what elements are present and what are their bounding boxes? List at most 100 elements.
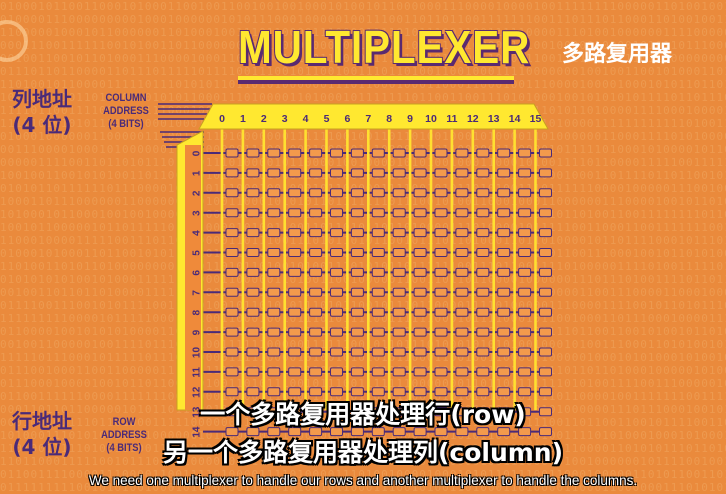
memory-cell <box>518 208 532 218</box>
memory-cell <box>497 228 511 238</box>
memory-cell <box>476 168 490 178</box>
row-number: 2 <box>192 190 203 196</box>
memory-cell <box>288 307 302 317</box>
memory-cell <box>455 367 469 377</box>
memory-cell <box>350 287 364 297</box>
memory-cell <box>330 367 343 377</box>
memory-cell <box>497 148 511 158</box>
memory-cell <box>413 287 427 297</box>
memory-cell <box>330 307 343 317</box>
column-number: 9 <box>407 113 413 125</box>
memory-cell <box>413 267 427 277</box>
row-number: 4 <box>192 230 203 236</box>
memory-cell <box>225 168 239 178</box>
memory-cell <box>267 148 281 158</box>
memory-cell <box>476 228 490 238</box>
memory-cell <box>267 287 281 297</box>
memory-cell <box>434 228 448 238</box>
memory-cell <box>518 168 532 178</box>
memory-cell <box>413 228 427 238</box>
memory-cell <box>225 228 239 238</box>
memory-cell <box>539 188 552 198</box>
memory-cell <box>392 367 406 377</box>
memory-cell <box>455 327 469 337</box>
memory-cell <box>309 327 323 337</box>
memory-cell <box>476 367 490 377</box>
column-number: 5 <box>324 113 330 125</box>
memory-cell <box>330 228 343 238</box>
memory-cell <box>309 267 323 277</box>
memory-cell <box>246 248 260 257</box>
memory-cell <box>371 148 385 158</box>
memory-cell <box>455 228 469 238</box>
memory-cell <box>371 287 385 297</box>
memory-cell <box>371 188 385 198</box>
memory-cell <box>392 347 406 357</box>
memory-cell <box>267 188 281 198</box>
memory-cell <box>246 208 260 218</box>
memory-cell <box>392 148 406 158</box>
memory-cell <box>309 248 323 257</box>
column-number: 4 <box>303 113 309 125</box>
memory-cell <box>539 327 552 337</box>
memory-cell <box>225 148 239 158</box>
column-number: 1 <box>240 113 246 125</box>
row-number: 3 <box>192 210 203 216</box>
memory-cell <box>497 287 511 297</box>
column-number: 10 <box>425 113 437 125</box>
memory-cell <box>350 208 364 218</box>
memory-cell <box>330 168 343 178</box>
memory-cell <box>392 168 406 178</box>
memory-cell <box>497 267 511 277</box>
memory-cell <box>267 208 281 218</box>
column-number: 11 <box>446 113 457 125</box>
memory-cell <box>539 208 552 218</box>
memory-cell <box>371 307 385 317</box>
memory-cell <box>267 168 281 178</box>
memory-cell <box>392 228 406 238</box>
memory-cell <box>539 168 552 178</box>
memory-cell <box>288 228 302 238</box>
memory-cell <box>476 148 490 158</box>
column-number: 14 <box>509 113 521 125</box>
memory-cell <box>350 267 364 277</box>
memory-cell <box>288 208 302 218</box>
memory-cell <box>476 287 490 297</box>
memory-cell <box>246 347 260 357</box>
memory-cell <box>371 267 385 277</box>
memory-cell <box>267 228 281 238</box>
memory-cell <box>539 248 552 257</box>
memory-cell <box>371 228 385 238</box>
memory-cell <box>434 168 448 178</box>
memory-cell <box>350 168 364 178</box>
memory-cell <box>288 148 302 158</box>
memory-cell <box>288 248 302 257</box>
memory-cell <box>518 248 532 257</box>
memory-cell <box>434 287 448 297</box>
memory-cell <box>267 267 281 277</box>
memory-cell <box>330 248 343 257</box>
memory-cell <box>350 327 364 337</box>
memory-cell <box>476 327 490 337</box>
memory-cell <box>539 228 552 238</box>
memory-cell <box>225 287 239 297</box>
memory-cell <box>434 347 448 357</box>
memory-cell <box>455 267 469 277</box>
memory-cell <box>518 148 532 158</box>
memory-cell <box>309 148 323 158</box>
memory-cell <box>371 208 385 218</box>
memory-cell <box>497 327 511 337</box>
memory-cell <box>225 248 239 257</box>
memory-cell <box>539 267 552 277</box>
memory-cell <box>330 148 343 158</box>
memory-cell <box>225 267 239 277</box>
column-number: 3 <box>282 113 288 125</box>
memory-cell <box>371 327 385 337</box>
memory-cell <box>518 188 532 198</box>
memory-cell <box>413 347 427 357</box>
memory-cell <box>225 367 239 377</box>
row-number: 5 <box>192 250 203 256</box>
row-number: 11 <box>192 367 203 378</box>
memory-cell <box>246 367 260 377</box>
memory-cell <box>518 307 532 317</box>
